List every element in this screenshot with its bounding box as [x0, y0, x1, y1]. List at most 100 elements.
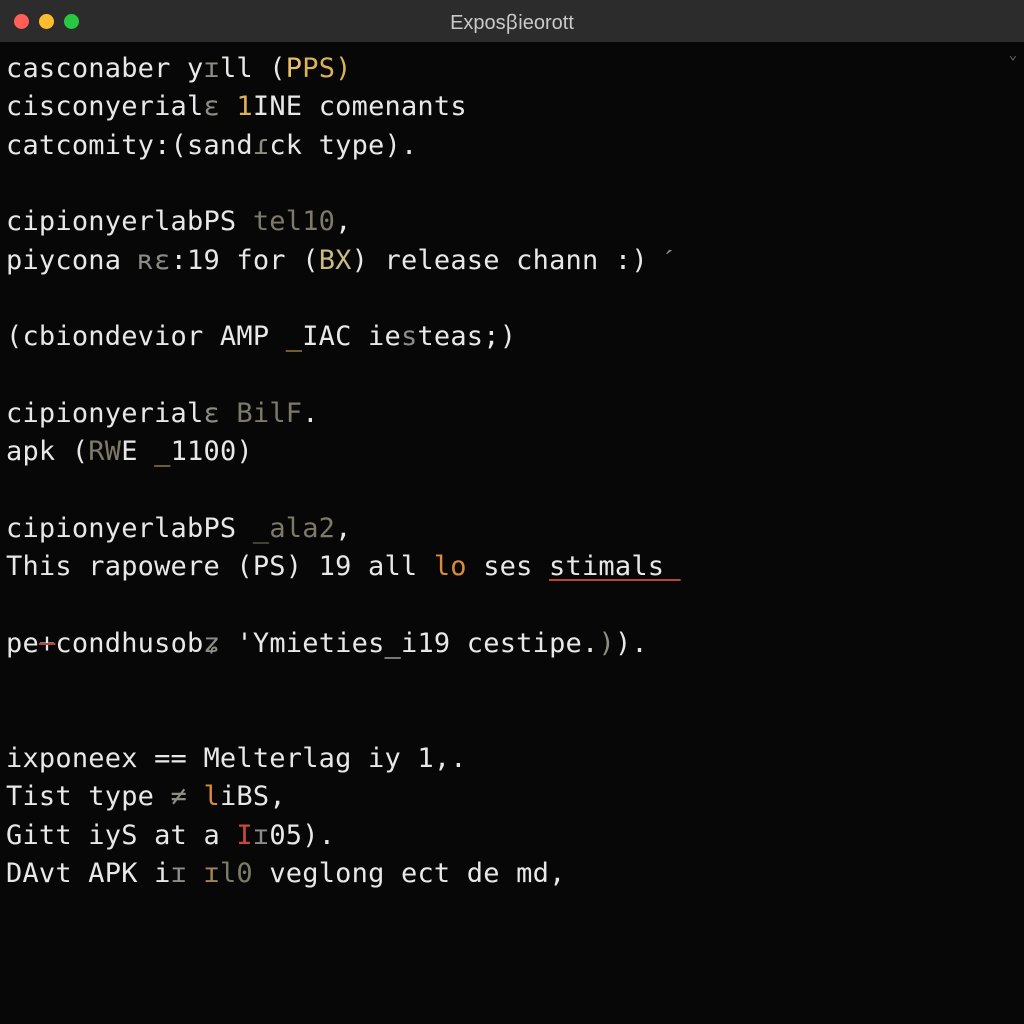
terminal-segment: cipionyerial — [6, 398, 203, 429]
terminal-segment: tel10 — [253, 206, 335, 237]
terminal-segment: ses — [467, 551, 549, 582]
terminal-segment: ɪ — [171, 858, 187, 889]
terminal-line: DAvt APK iɪ ɪl0 veglong ect de md, — [6, 855, 1014, 893]
maximize-icon[interactable] — [64, 14, 79, 29]
terminal-segment: Gitt iyS at a — [6, 820, 236, 851]
terminal-line: cipionyerialɛ BilF. — [6, 395, 1014, 433]
terminal-line — [6, 280, 1014, 318]
terminal-segment: ). — [615, 628, 648, 659]
terminal-line: Gitt iyS at a Iɪ05). — [6, 817, 1014, 855]
terminal-segment: ll ( — [220, 53, 286, 84]
terminal-segment: apk ( — [6, 436, 88, 467]
terminal-segment: ' — [220, 628, 253, 659]
terminal-line — [6, 663, 1014, 701]
terminal-segment: teas;) — [417, 321, 516, 352]
terminal-line: casconaber yɪll (PPS) — [6, 50, 1014, 88]
scroll-indicator-icon[interactable]: ⌄ — [1006, 48, 1020, 62]
terminal-segment: ≠ — [171, 781, 187, 812]
close-icon[interactable] — [14, 14, 29, 29]
terminal-segment: PS) — [302, 53, 351, 84]
terminal-segment: ɪ — [204, 858, 220, 889]
terminal-segment: , — [335, 206, 351, 237]
terminal-line: piycona ʀɛ:19 for (BX) release chann :) … — [6, 242, 1014, 280]
terminal-line: pe+condhusobʑ 'Ymieties_i19 cestipe.)). — [6, 625, 1014, 663]
terminal-segment: pe — [6, 628, 39, 659]
terminal-segment: IAC ie — [302, 321, 401, 352]
terminal-segment: 05). — [269, 820, 335, 851]
terminal-segment: (cbiondevior AMP — [6, 321, 286, 352]
terminal-segment: _ — [253, 513, 269, 544]
terminal-segment: P — [286, 53, 302, 84]
terminal-line — [6, 165, 1014, 203]
terminal-segment: :19 for ( — [171, 245, 319, 276]
terminal-segment — [220, 91, 236, 122]
terminal-segment: ɛ — [203, 398, 219, 429]
terminal-segment: ɾ — [253, 130, 269, 161]
terminal-segment: l0 — [220, 858, 253, 889]
terminal-segment: stimals — [549, 551, 681, 582]
terminal-segment: DAvt APK i — [6, 858, 171, 889]
terminal-segment: This rapowere (PS) 19 all — [6, 551, 434, 582]
terminal-line: cipionyerlabPS tel10, — [6, 203, 1014, 241]
terminal-segment: cipionyerlabPS — [6, 513, 253, 544]
terminal-segment: 1100) — [171, 436, 253, 467]
terminal-line — [6, 472, 1014, 510]
terminal-segment: ala2 — [269, 513, 335, 544]
terminal-segment: BilF — [236, 398, 302, 429]
terminal-segment: piycona — [6, 245, 138, 276]
terminal-line — [6, 357, 1014, 395]
terminal-segment: catcomity:(sand — [6, 130, 253, 161]
terminal-segment: 1 — [236, 91, 252, 122]
terminal-line: apk (RWE _1100) — [6, 433, 1014, 471]
window-title: Exposꞵieorott — [0, 8, 1024, 35]
terminal-window: Exposꞵieorott ⌄ casconaber yɪll (PPS)cis… — [0, 0, 1024, 1024]
terminal-segment: ˊ — [664, 245, 673, 276]
terminal-segment: _ — [154, 436, 170, 467]
terminal-line: ixponeex == Melterlag iy 1,. — [6, 740, 1014, 778]
terminal-segment: Tist type — [6, 781, 171, 812]
terminal-segment: ɪ — [203, 53, 219, 84]
terminal-segment: l — [204, 781, 220, 812]
terminal-segment: iBS, — [220, 781, 286, 812]
terminal-segment: cipionyerlabPS — [6, 206, 253, 237]
titlebar[interactable]: Exposꞵieorott — [0, 0, 1024, 42]
terminal-segment: ʀɛ — [138, 245, 171, 276]
terminal-segment: INE comenants — [253, 91, 467, 122]
terminal-segment: , — [335, 513, 351, 544]
terminal-line: This rapowere (PS) 19 all lo ses stimals — [6, 548, 1014, 586]
terminal-segment: ɛ — [203, 91, 219, 122]
terminal-segment: ɪ — [253, 820, 269, 851]
terminal-segment: _ — [286, 321, 302, 352]
terminal-line — [6, 702, 1014, 740]
terminal-segment: veglong ect de md, — [253, 858, 566, 889]
terminal-segment: s — [401, 321, 417, 352]
terminal-line: (cbiondevior AMP _IAC iesteas;) — [6, 318, 1014, 356]
terminal-segment: BX — [319, 245, 352, 276]
terminal-segment: Ymieties_i19 cestipe. — [253, 628, 599, 659]
terminal-line: catcomity:(sandɾck type). — [6, 127, 1014, 165]
terminal-segment: RW — [88, 436, 121, 467]
terminal-segment: ) — [598, 628, 614, 659]
terminal-segment: ck type). — [269, 130, 417, 161]
terminal-line — [6, 587, 1014, 625]
terminal-segment: ʑ — [204, 628, 220, 659]
terminal-line: Tist type ≠ liBS, — [6, 778, 1014, 816]
minimize-icon[interactable] — [39, 14, 54, 29]
window-controls — [0, 14, 79, 29]
terminal-segment — [220, 398, 236, 429]
terminal-segment: I — [236, 820, 252, 851]
terminal-output[interactable]: casconaber yɪll (PPS)cisconyerialɛ 1INE … — [0, 42, 1024, 903]
terminal-viewport[interactable]: ⌄ casconaber yɪll (PPS)cisconyerialɛ 1IN… — [0, 42, 1024, 1024]
terminal-segment: ixponeex == Melterlag iy 1,. — [6, 743, 467, 774]
terminal-segment — [187, 858, 203, 889]
terminal-segment: ) release chann :) — [352, 245, 665, 276]
terminal-segment: + — [39, 628, 55, 659]
terminal-segment: lo — [434, 551, 467, 582]
terminal-segment: casconaber y — [6, 53, 203, 84]
terminal-segment: condhusob — [55, 628, 203, 659]
terminal-line: cipionyerlabPS _ala2, — [6, 510, 1014, 548]
terminal-segment: cisconyerial — [6, 91, 203, 122]
terminal-line: cisconyerialɛ 1INE comenants — [6, 88, 1014, 126]
terminal-segment — [187, 781, 203, 812]
terminal-segment: . — [302, 398, 318, 429]
